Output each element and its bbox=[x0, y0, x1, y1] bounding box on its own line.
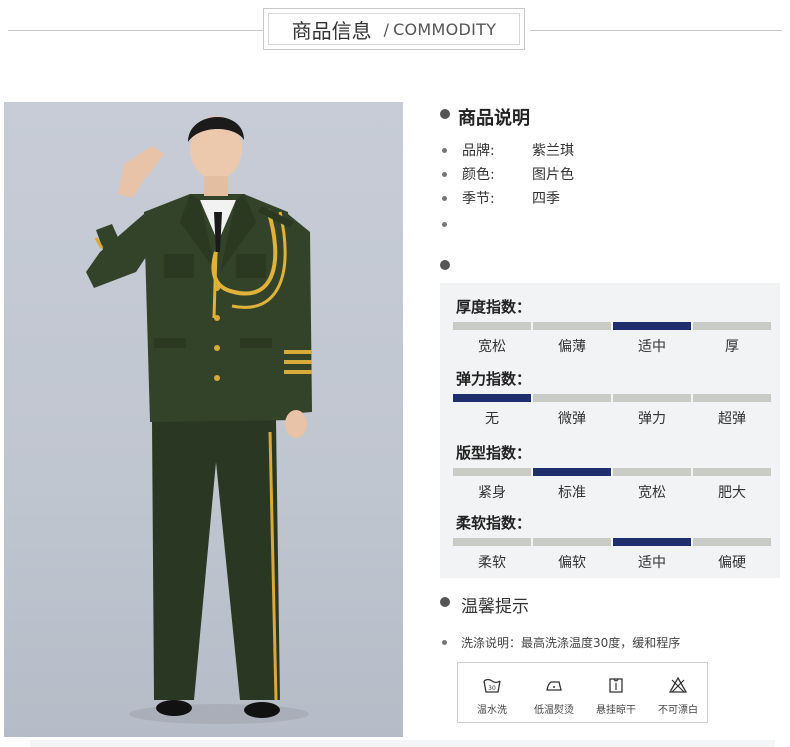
header-title-cn: 商品信息 bbox=[291, 18, 372, 43]
hang-dry-icon bbox=[609, 678, 623, 693]
header-line-right bbox=[530, 30, 782, 31]
care-item-warm-wash: 30 温水洗 bbox=[461, 663, 523, 724]
wash-30-icon: 30 bbox=[483, 678, 501, 693]
care-label-low-iron: 低温熨烫 bbox=[534, 705, 574, 716]
index-title: 弹力指数： bbox=[456, 370, 532, 388]
header-title-en: COMMODITY bbox=[393, 19, 497, 39]
header-separator: / bbox=[383, 19, 390, 39]
info-label-season: 季节: bbox=[462, 191, 495, 207]
info-label-brand: 品牌: bbox=[462, 143, 495, 159]
index-level-label: 厚 bbox=[725, 339, 739, 355]
index-level-label: 无 bbox=[485, 411, 499, 427]
index-bar bbox=[533, 322, 611, 330]
timeline-dot bbox=[442, 222, 447, 227]
info-label-color: 颜色: bbox=[462, 167, 495, 183]
index-level-label: 偏硬 bbox=[718, 555, 746, 571]
index-bar bbox=[453, 322, 531, 330]
index-bar bbox=[613, 468, 691, 476]
index-level-label: 偏软 bbox=[558, 555, 586, 571]
care-item-low-iron: 低温熨烫 bbox=[523, 663, 585, 724]
care-item-hang-dry: 悬挂晾干 bbox=[585, 663, 647, 724]
info-value-color: 图片色 bbox=[532, 167, 574, 183]
no-bleach-icon bbox=[668, 676, 688, 693]
index-title: 厚度指数： bbox=[456, 298, 532, 316]
timeline-dot bbox=[440, 260, 450, 270]
index-level-label: 偏薄 bbox=[558, 339, 586, 355]
index-bar bbox=[613, 394, 691, 402]
index-bar-active bbox=[613, 538, 691, 546]
iron-low-icon bbox=[546, 681, 562, 691]
product-photo bbox=[4, 102, 403, 737]
care-icons-box: 30 温水洗 低温熨烫 悬挂晾干 不可漂白 bbox=[457, 662, 708, 723]
care-item-no-bleach: 不可漂白 bbox=[647, 663, 709, 724]
care-label-warm-wash: 温水洗 bbox=[477, 705, 507, 716]
index-bar-active bbox=[613, 322, 691, 330]
index-bar bbox=[533, 538, 611, 546]
wash-instructions: 洗涤说明：最高洗涤温度30度，缓和程序 bbox=[461, 636, 681, 650]
wash-temp-text: 30 bbox=[488, 685, 496, 692]
index-level-label: 适中 bbox=[638, 555, 666, 571]
timeline-dot bbox=[440, 109, 450, 119]
index-bar bbox=[453, 538, 531, 546]
index-bar bbox=[693, 394, 771, 402]
timeline-dot bbox=[442, 172, 447, 177]
care-label-no-bleach: 不可漂白 bbox=[658, 705, 698, 716]
index-bar bbox=[693, 468, 771, 476]
care-label-hang-dry: 悬挂晾干 bbox=[596, 705, 636, 716]
index-title: 版型指数： bbox=[456, 444, 532, 462]
index-level-label: 肥大 bbox=[718, 485, 746, 501]
header-line-left bbox=[8, 30, 263, 31]
index-level-label: 标准 bbox=[558, 485, 586, 501]
index-level-label: 超弹 bbox=[718, 411, 746, 427]
tips-title: 温馨提示 bbox=[461, 597, 529, 617]
index-bar-active bbox=[533, 468, 611, 476]
index-level-label: 宽松 bbox=[478, 339, 506, 355]
uniform-illustration bbox=[86, 116, 312, 724]
index-level-label: 宽松 bbox=[638, 485, 666, 501]
index-bar bbox=[693, 538, 771, 546]
index-bar bbox=[693, 322, 771, 330]
index-level-label: 紧身 bbox=[478, 485, 506, 501]
index-level-label: 弹力 bbox=[638, 411, 666, 427]
description-title: 商品说明 bbox=[458, 108, 530, 129]
bottom-strip bbox=[30, 740, 775, 747]
section-header: 商品信息 / COMMODITY bbox=[263, 8, 525, 50]
timeline-dot bbox=[440, 597, 450, 607]
index-level-label: 微弹 bbox=[558, 411, 586, 427]
info-value-brand: 紫兰琪 bbox=[532, 143, 574, 159]
timeline-dot bbox=[442, 640, 447, 645]
index-bar bbox=[453, 468, 531, 476]
timeline-dot bbox=[442, 196, 447, 201]
timeline-dot bbox=[442, 148, 447, 153]
index-bar bbox=[533, 394, 611, 402]
index-level-label: 适中 bbox=[638, 339, 666, 355]
index-title: 柔软指数： bbox=[456, 514, 532, 532]
info-value-season: 四季 bbox=[532, 191, 560, 207]
index-level-label: 柔软 bbox=[478, 555, 506, 571]
index-bar-active bbox=[453, 394, 531, 402]
